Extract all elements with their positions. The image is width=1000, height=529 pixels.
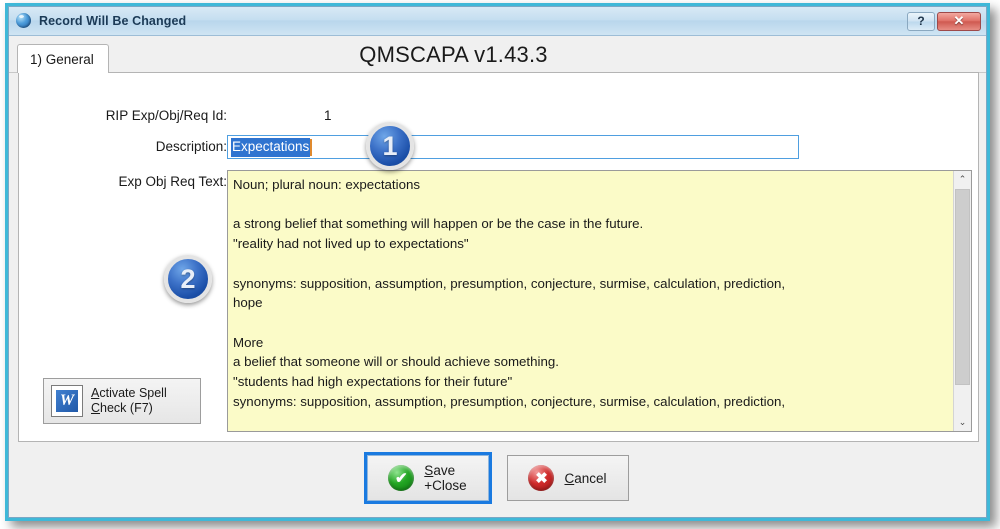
text-caret [310, 138, 313, 156]
description-field-label: Description: [155, 139, 227, 154]
spell-accel-c: C [91, 401, 101, 415]
callout-badge-2: 2 [164, 255, 212, 303]
memo-scrollbar[interactable]: ⌃ ⌄ [953, 171, 971, 431]
green-check-icon: ✔ [388, 465, 415, 491]
save-accel-s: S [424, 463, 434, 478]
window-title: Record Will Be Changed [39, 14, 187, 28]
cancel-button[interactable]: ✖ Cancel [506, 455, 629, 501]
general-panel: RIP Exp/Obj/Req Id: 1 Description: Expec… [18, 72, 979, 442]
id-field-label: RIP Exp/Obj/Req Id: [105, 108, 227, 123]
dialog-button-bar: ✔ Save +Close ✖ Cancel [9, 452, 986, 504]
cancel-label-text: ancel [574, 470, 607, 486]
id-field-value: 1 [324, 108, 332, 123]
memo-field[interactable]: Noun; plural noun: expectations a strong… [227, 170, 972, 432]
tab-strip: 1) General QMSCAPA v1.43.3 [9, 36, 986, 73]
callout-badge-1: 1 [366, 122, 414, 170]
save-line1-text: ave [433, 463, 456, 478]
cancel-label: Cancel [564, 471, 606, 486]
memo-field-value[interactable]: Noun; plural noun: expectations a strong… [228, 171, 953, 431]
scrollbar-thumb[interactable] [955, 189, 970, 385]
activate-spell-check-button[interactable]: W Activate Spell Check (F7) [43, 378, 201, 424]
dialog-window: Record Will Be Changed ? ✕ 1) General QM… [5, 3, 990, 521]
scroll-up-icon[interactable]: ⌃ [954, 171, 971, 188]
description-input-value: Expectations [231, 137, 311, 157]
description-input[interactable]: Expectations [227, 135, 799, 159]
memo-field-row: Exp Obj Req Text: [19, 174, 227, 189]
title-bar[interactable]: Record Will Be Changed ? ✕ [9, 7, 986, 36]
save-close-button[interactable]: ✔ Save +Close [363, 452, 492, 504]
word-icon: W [51, 385, 83, 417]
scroll-down-icon[interactable]: ⌄ [954, 414, 971, 431]
red-x-icon: ✖ [528, 465, 555, 491]
save-line2-text: +Close [424, 478, 467, 493]
spell-line1-text: ctivate Spell [99, 386, 167, 400]
memo-field-label: Exp Obj Req Text: [118, 174, 227, 189]
word-icon-letter: W [55, 389, 79, 413]
spell-check-label: Activate Spell Check (F7) [91, 386, 167, 416]
save-close-label: Save +Close [424, 463, 466, 493]
globe-icon [15, 12, 33, 30]
id-field-row: RIP Exp/Obj/Req Id: [19, 108, 227, 123]
app-title: QMSCAPA v1.43.3 [359, 42, 548, 67]
spell-line2-text: heck (F7) [100, 401, 153, 415]
dialog-window-inner: Record Will Be Changed ? ✕ 1) General QM… [8, 6, 987, 518]
help-button[interactable]: ? [907, 11, 935, 31]
title-bar-buttons: ? ✕ [907, 11, 984, 31]
close-button[interactable]: ✕ [937, 11, 981, 31]
cancel-accel-c: C [564, 470, 575, 486]
tab-general[interactable]: 1) General [17, 44, 109, 73]
screen: Record Will Be Changed ? ✕ 1) General QM… [0, 0, 1000, 529]
description-field-row: Description: [19, 139, 227, 154]
